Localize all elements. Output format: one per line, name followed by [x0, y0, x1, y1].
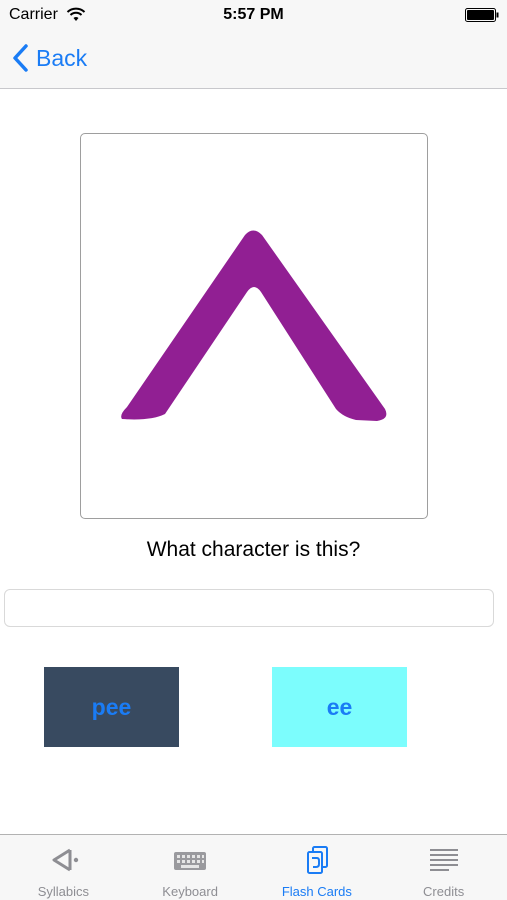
- answer-input[interactable]: [4, 589, 494, 627]
- tab-keyboard[interactable]: Keyboard: [127, 835, 254, 900]
- tab-syllabics[interactable]: Syllabics: [0, 835, 127, 900]
- syllabics-icon: [52, 848, 79, 872]
- navigation-bar: Back: [0, 30, 507, 89]
- tab-label-syllabics: Syllabics: [37, 884, 90, 899]
- back-button[interactable]: Back: [10, 41, 87, 75]
- choice-button-ee[interactable]: ee: [272, 667, 407, 747]
- flash-card: [80, 133, 428, 519]
- back-label: Back: [36, 44, 88, 71]
- syllabic-caret-icon: [121, 230, 387, 421]
- question-text: What character is this?: [146, 538, 361, 561]
- tab-label-credits: Credits: [423, 884, 465, 899]
- tab-label-keyboard: Keyboard: [162, 884, 218, 899]
- flash-cards-icon: [306, 846, 328, 874]
- status-bar: Carrier 5:57 PM: [0, 0, 507, 30]
- battery-icon: [465, 8, 499, 22]
- choice-button-pee[interactable]: pee: [44, 667, 179, 747]
- tab-label-flash-cards: Flash Cards: [281, 884, 352, 899]
- status-time: 5:57 PM: [223, 6, 284, 23]
- tab-credits[interactable]: Credits: [380, 835, 507, 900]
- flash-card-screen: Carrier 5:57 PM Back What character is t…: [0, 0, 507, 900]
- chevron-left-icon: [13, 44, 28, 72]
- credits-icon: [429, 849, 458, 871]
- tab-bar: Syllabics Keyboard Flash Cards Credits: [0, 834, 507, 900]
- tab-flash-cards[interactable]: Flash Cards: [254, 835, 381, 900]
- keyboard-icon: [174, 852, 207, 870]
